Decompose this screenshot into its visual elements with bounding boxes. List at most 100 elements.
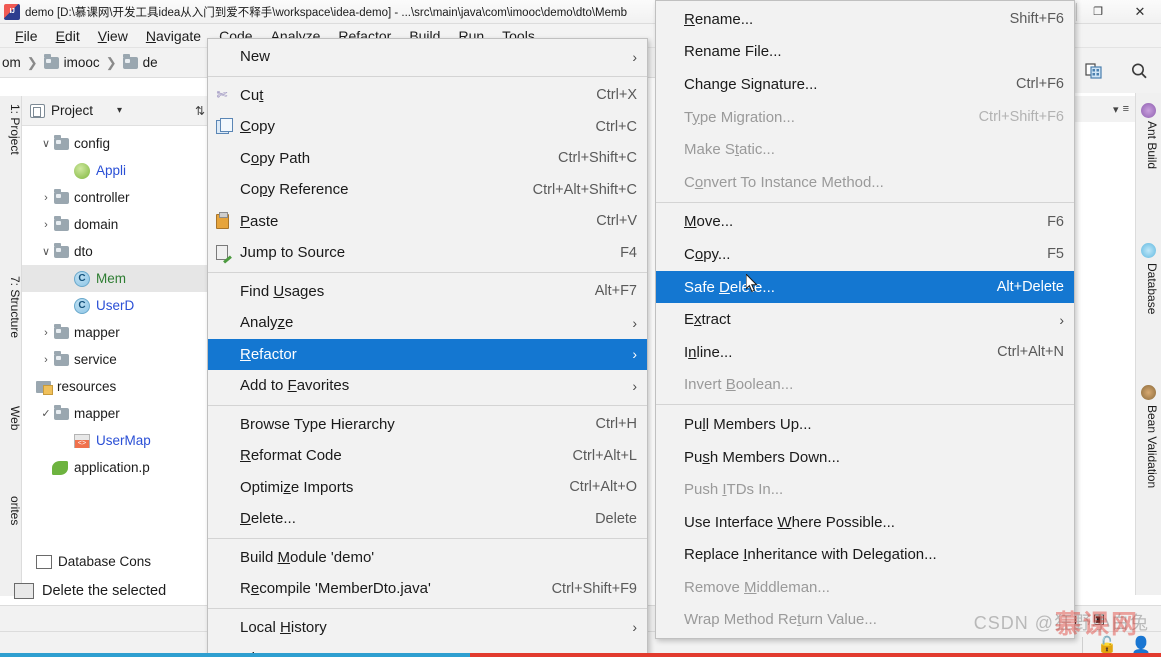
menu-item-accelerator: Ctrl+Alt+Shift+C: [532, 181, 637, 198]
twisty-expanded-icon[interactable]: ∨: [38, 137, 54, 150]
tree-item-domain[interactable]: › domain: [22, 211, 211, 238]
submenu-item-rename[interactable]: Rename... Shift+F6: [656, 3, 1074, 36]
chevron-right-icon: ›: [1059, 311, 1064, 328]
submenu-item-pull-members-up[interactable]: Pull Members Up...: [656, 408, 1074, 441]
menu-item-optimize-imports[interactable]: Optimize Imports Ctrl+Alt+O: [208, 472, 647, 504]
menu-item-local-history[interactable]: Local History ›: [208, 612, 647, 644]
menu-item-accelerator: Alt+F7: [594, 283, 637, 300]
menu-item-label: Analyze: [240, 314, 294, 332]
submenu-item-use-interface-where-possible[interactable]: Use Interface Where Possible...: [656, 506, 1074, 539]
project-panel-title: Project: [51, 103, 94, 118]
tool-tab-project[interactable]: 1: Project: [0, 104, 22, 184]
twisty-collapsed-icon[interactable]: ›: [38, 219, 54, 231]
submenu-item-extract[interactable]: Extract ›: [656, 303, 1074, 336]
twisty-collapsed-icon[interactable]: ›: [38, 354, 54, 366]
menu-item-label: Rename File...: [684, 43, 782, 61]
menubar-item-navigate[interactable]: Navigate: [137, 26, 210, 46]
menu-item-label: Refactor: [240, 345, 297, 363]
menu-item-add-to-favorites[interactable]: Add to Favorites ›: [208, 370, 647, 402]
menubar-item-view[interactable]: View: [89, 26, 137, 46]
chevron-down-icon[interactable]: ▾: [117, 105, 122, 116]
submenu-item-type-migration: Type Migration... Ctrl+Shift+F6: [656, 101, 1074, 134]
twisty-expanded-icon[interactable]: ✓: [38, 407, 54, 420]
menu-item-browse-type-hierarchy[interactable]: Browse Type Hierarchy Ctrl+H: [208, 409, 647, 441]
menu-item-build-module[interactable]: Build Module 'demo': [208, 542, 647, 574]
menu-item-analyze[interactable]: Analyze ›: [208, 307, 647, 339]
tree-item-config[interactable]: ∨ config: [22, 130, 211, 157]
tool-tab-database[interactable]: Database: [1137, 263, 1159, 341]
restore-icon[interactable]: ❐: [1077, 0, 1119, 24]
search-icon[interactable]: [1126, 58, 1152, 84]
tree-item-label: config: [74, 136, 111, 151]
twisty-collapsed-icon[interactable]: ›: [38, 192, 54, 204]
breadcrumb-item-1[interactable]: imooc: [43, 53, 100, 70]
tree-item-controller[interactable]: › controller: [22, 184, 211, 211]
menu-item-recompile[interactable]: Recompile 'MemberDto.java' Ctrl+Shift+F9: [208, 573, 647, 605]
project-context-menu[interactable]: New › ✄ Cut Ctrl+X Copy Ctrl+C Copy Path…: [207, 38, 648, 657]
tree-item-resources-mapper[interactable]: ✓ mapper: [22, 400, 211, 427]
mnemonic: R: [240, 447, 251, 465]
submenu-item-replace-inheritance-with-delegation[interactable]: Replace Inheritance with Delegation...: [656, 539, 1074, 572]
tree-item-resources[interactable]: resources: [22, 373, 211, 400]
menu-item-accelerator: Ctrl+Alt+N: [997, 344, 1064, 361]
menu-item-copy[interactable]: Copy Ctrl+C: [208, 111, 647, 143]
tree-item-memberdto[interactable]: C Mem: [22, 265, 211, 292]
menu-item-refactor[interactable]: Refactor ›: [208, 338, 647, 370]
menu-item-find-usages[interactable]: Find Usages Alt+F7: [208, 276, 647, 308]
left-tool-strip: 1: Project 7: Structure Web orites: [0, 96, 22, 596]
tool-tab-bean-validation[interactable]: Bean Validation: [1137, 405, 1159, 530]
menubar-item-file[interactable]: File: [6, 26, 47, 46]
close-icon[interactable]: ✕: [1119, 0, 1161, 24]
menu-item-label: Cut: [240, 86, 264, 104]
submenu-item-rename-file[interactable]: Rename File...: [656, 36, 1074, 69]
menu-item-reformat-code[interactable]: Reformat Code Ctrl+Alt+L: [208, 440, 647, 472]
chevron-right-icon: ›: [632, 377, 637, 394]
submenu-item-safe-delete[interactable]: Safe Delete... Alt+Delete: [656, 270, 1074, 304]
bottom-tab-delete-selected[interactable]: Delete the selected: [14, 583, 166, 599]
tree-item-mapper[interactable]: › mapper: [22, 319, 211, 346]
menu-item-accelerator: F6: [1047, 213, 1064, 230]
menu-item-copy-reference[interactable]: Copy Reference Ctrl+Alt+Shift+C: [208, 174, 647, 206]
tool-tab-structure[interactable]: 7: Structure: [0, 276, 22, 386]
mnemonic: D: [240, 510, 251, 528]
submenu-item-copy[interactable]: Copy... F5: [656, 238, 1074, 271]
menubar-item-edit[interactable]: Edit: [47, 26, 89, 46]
menu-item-label: Copy...: [684, 245, 731, 263]
menu-item-label: Copy Reference: [240, 181, 349, 199]
tree-item-service[interactable]: › service: [22, 346, 211, 373]
database-view-icon[interactable]: [1081, 58, 1107, 84]
tree-item-dto[interactable]: ∨ dto: [22, 238, 211, 265]
tree-item-application-config[interactable]: Appli: [22, 157, 211, 184]
breadcrumb-item-0[interactable]: om: [2, 55, 21, 70]
breadcrumb-label: om: [2, 55, 21, 70]
submenu-item-change-signature[interactable]: Change Signature... Ctrl+F6: [656, 68, 1074, 101]
twisty-collapsed-icon[interactable]: ›: [38, 327, 54, 339]
tree-item-label: domain: [74, 217, 119, 232]
tree-item-application-properties[interactable]: application.p: [22, 454, 211, 481]
breadcrumb-item-2[interactable]: de: [122, 53, 158, 70]
tree-item-userdto[interactable]: C UserD: [22, 292, 211, 319]
collapse-all-icon[interactable]: ⇅: [195, 104, 205, 118]
twisty-expanded-icon[interactable]: ∨: [38, 245, 54, 258]
chevron-down-icon[interactable]: ▾: [1113, 103, 1119, 116]
submenu-item-inline[interactable]: Inline... Ctrl+Alt+N: [656, 336, 1074, 369]
menu-item-label: Use Interface Where Possible...: [684, 513, 895, 531]
bottom-tab-database-console[interactable]: Database Cons: [36, 554, 151, 569]
tool-tab-ant-build[interactable]: Ant Build: [1137, 121, 1159, 199]
tree-item-usermapper-xml[interactable]: UserMap: [22, 427, 211, 454]
tree-item-label: UserMap: [96, 433, 151, 448]
menu-item-delete[interactable]: Delete... Delete: [208, 503, 647, 535]
submenu-item-move[interactable]: Move... F6: [656, 206, 1074, 239]
list-options-icon[interactable]: ≡: [1123, 103, 1129, 115]
menu-item-copy-path[interactable]: Copy Path Ctrl+Shift+C: [208, 143, 647, 175]
java-class-icon: C: [74, 297, 90, 314]
tool-tab-web[interactable]: Web: [0, 406, 22, 456]
submenu-item-push-members-down[interactable]: Push Members Down...: [656, 441, 1074, 474]
tool-tab-favorites[interactable]: orites: [0, 496, 22, 554]
menu-item-paste[interactable]: Paste Ctrl+V: [208, 206, 647, 238]
refactor-submenu[interactable]: Rename... Shift+F6 Rename File... Change…: [655, 0, 1075, 640]
mnemonic: M: [744, 578, 757, 596]
menu-item-jump-to-source[interactable]: Jump to Source F4: [208, 237, 647, 269]
menu-item-cut[interactable]: ✄ Cut Ctrl+X: [208, 80, 647, 112]
menu-item-new[interactable]: New ›: [208, 41, 647, 73]
